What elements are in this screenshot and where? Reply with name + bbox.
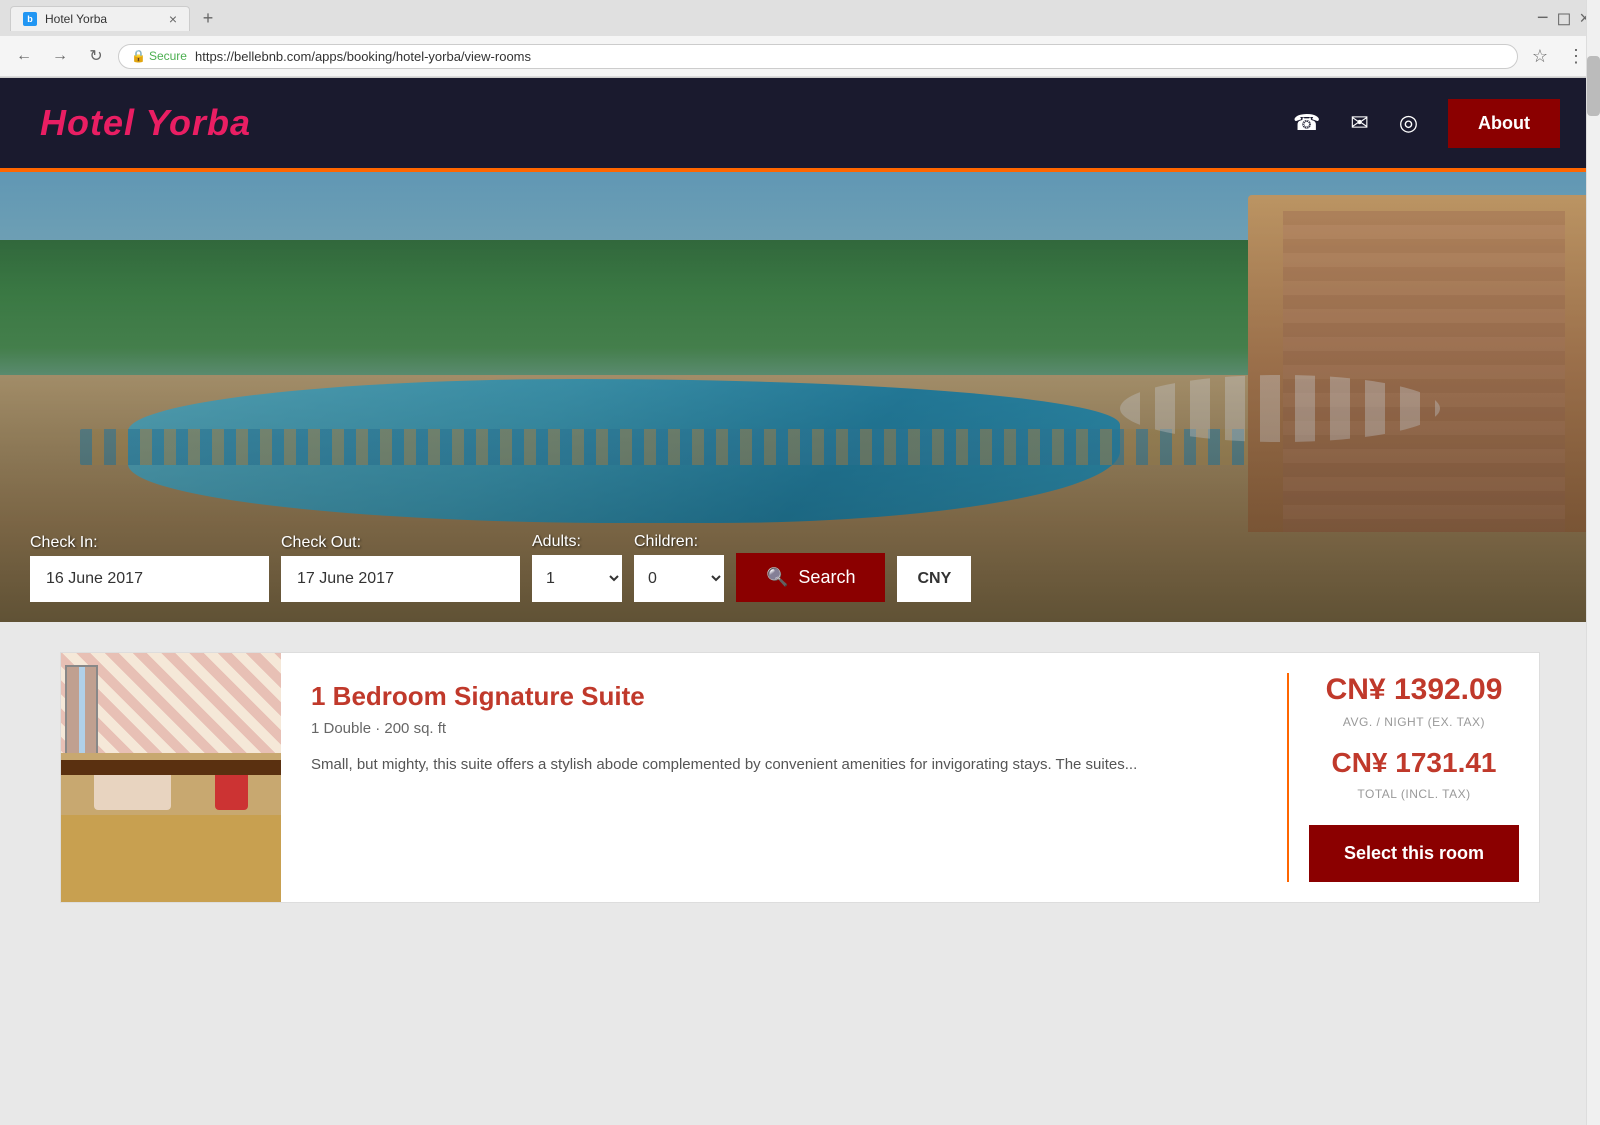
checkout-label: Check Out: [281, 534, 520, 552]
phone-icon[interactable]: ☎ [1293, 110, 1320, 136]
new-tab-button[interactable]: + [194, 4, 222, 32]
price-total-label: TOTAL (INCL. TAX) [1357, 787, 1470, 801]
browser-titlebar: b Hotel Yorba × + − ◻ × [0, 0, 1600, 36]
curtain-right [85, 667, 97, 758]
about-button[interactable]: About [1448, 99, 1560, 148]
bookmark-button[interactable]: ☆ [1526, 42, 1554, 70]
children-field: Children: 0 1 2 3 [634, 533, 724, 602]
browser-chrome: b Hotel Yorba × + − ◻ × ← → ↻ 🔒 Secure h… [0, 0, 1600, 78]
room-image-container [61, 653, 281, 902]
location-icon[interactable]: ◎ [1399, 110, 1418, 136]
room-description: Small, but mighty, this suite offers a s… [311, 753, 1257, 777]
checkin-input[interactable] [30, 556, 269, 602]
adults-field: Adults: 1 2 3 4 [532, 533, 622, 602]
tab-title: Hotel Yorba [45, 12, 107, 26]
scrollbar-thumb[interactable] [1587, 56, 1600, 116]
browser-tab[interactable]: b Hotel Yorba × [10, 6, 190, 31]
email-icon[interactable]: ✉ [1350, 110, 1368, 136]
secure-badge: 🔒 Secure [131, 49, 187, 63]
window [65, 665, 98, 760]
room-image [61, 653, 281, 902]
booking-bar: Check In: Check Out: Adults: 1 2 3 4 Chi… [0, 533, 1600, 622]
window-controls: − ◻ × [1537, 7, 1590, 30]
search-icon: 🔍 [766, 567, 788, 588]
room-name: 1 Bedroom Signature Suite [311, 681, 1257, 712]
browser-toolbar: ← → ↻ 🔒 Secure https://bellebnb.com/apps… [0, 36, 1600, 77]
checkin-field: Check In: [30, 534, 269, 602]
bed-cover [61, 815, 281, 902]
hero-section: Check In: Check Out: Adults: 1 2 3 4 Chi… [0, 172, 1600, 622]
tab-close-button[interactable]: × [169, 11, 177, 27]
children-label: Children: [634, 533, 724, 551]
minimize-button[interactable]: − [1537, 7, 1549, 30]
maximize-button[interactable]: ◻ [1557, 8, 1572, 29]
room-meta: 1 Double · 200 sq. ft [311, 720, 1257, 737]
room-info: 1 Bedroom Signature Suite 1 Double · 200… [281, 653, 1287, 902]
checkout-field: Check Out: [281, 534, 520, 602]
tab-favicon: b [23, 12, 37, 26]
lock-icon: 🔒 [131, 49, 146, 63]
secure-label: Secure [149, 49, 187, 63]
site-header: Hotel Yorba ☎ ✉ ◎ About [0, 78, 1600, 168]
children-select[interactable]: 0 1 2 3 [634, 555, 724, 602]
price-per-night: CN¥ 1392.09 [1326, 673, 1503, 707]
back-button[interactable]: ← [10, 42, 38, 70]
room-pricing: CN¥ 1392.09 AVG. / NIGHT (EX. TAX) CN¥ 1… [1289, 653, 1539, 902]
scrollbar[interactable] [1586, 0, 1600, 1125]
address-bar[interactable]: 🔒 Secure https://bellebnb.com/apps/booki… [118, 44, 1518, 69]
headboard [61, 760, 281, 775]
curtain-left [67, 667, 79, 758]
price-per-night-label: AVG. / NIGHT (EX. TAX) [1343, 715, 1485, 729]
currency-button[interactable]: CNY [897, 556, 971, 602]
room-card: 1 Bedroom Signature Suite 1 Double · 200… [60, 652, 1540, 903]
main-content: 1 Bedroom Signature Suite 1 Double · 200… [0, 622, 1600, 953]
header-nav: ☎ ✉ ◎ About [1293, 99, 1560, 148]
adults-select[interactable]: 1 2 3 4 [532, 555, 622, 602]
select-room-button[interactable]: Select this room [1309, 825, 1519, 882]
checkin-label: Check In: [30, 534, 269, 552]
search-button[interactable]: 🔍 Search [736, 553, 885, 602]
adults-label: Adults: [532, 533, 622, 551]
hotel-logo[interactable]: Hotel Yorba [40, 102, 251, 144]
search-label: Search [798, 567, 855, 588]
price-total: CN¥ 1731.41 [1331, 747, 1496, 779]
url-text: https://bellebnb.com/apps/booking/hotel-… [195, 49, 531, 64]
forward-button[interactable]: → [46, 42, 74, 70]
checkout-input[interactable] [281, 556, 520, 602]
refresh-button[interactable]: ↻ [82, 42, 110, 70]
